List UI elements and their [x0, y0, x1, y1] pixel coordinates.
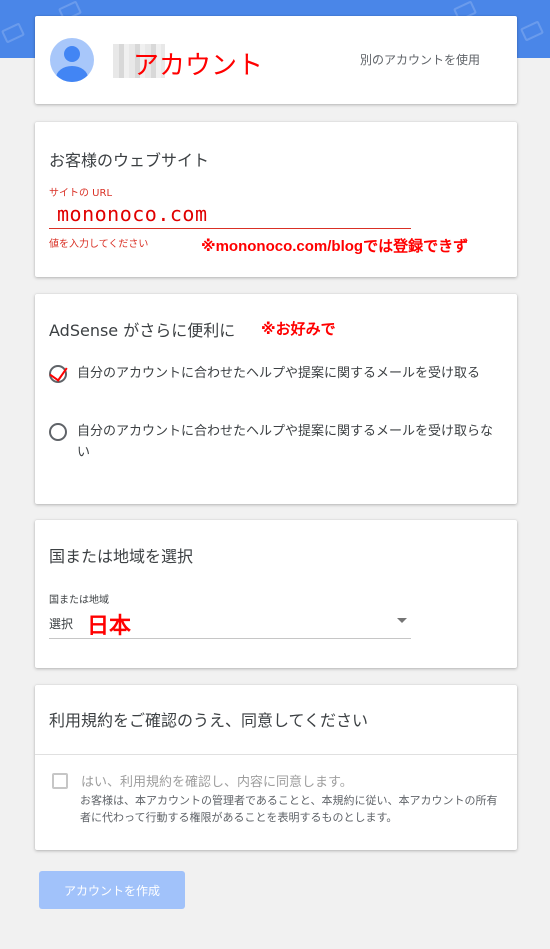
terms-section-title: 利用規約をご確認のうえ、同意してください: [49, 711, 369, 730]
chevron-down-icon[interactable]: [397, 618, 407, 623]
terms-card: 利用規約をご確認のうえ、同意してください はい、利用規約を確認し、内容に同意しま…: [35, 685, 517, 850]
country-card: 国または地域を選択 国または地域 選択 日本: [35, 520, 517, 668]
radio-no-emails-label: 自分のアカウントに合わせたヘルプや提案に関するメールを受け取らない: [77, 424, 494, 460]
country-field-label: 国または地域: [49, 595, 109, 606]
radio-button[interactable]: [49, 423, 67, 441]
radio-button[interactable]: [49, 362, 68, 383]
country-section-title: 国または地域を選択: [49, 547, 194, 566]
adsense-section-title: AdSense がさらに便利に: [49, 321, 236, 340]
adsense-card: AdSense がさらに便利に ※お好みで 自分のアカウントに合わせたヘルプや提…: [35, 294, 517, 504]
create-account-button[interactable]: アカウントを作成: [39, 871, 185, 909]
decorative-icon: [519, 20, 545, 42]
site-url-label: サイトの URL: [49, 188, 113, 199]
site-url-error: 値を入力してください: [49, 239, 149, 250]
terms-description: お客様は、本アカウントの管理者であることと、本規約に従い、本アカウントの所有者に…: [80, 794, 498, 824]
site-url-input[interactable]: mononoco.com: [57, 202, 208, 226]
divider: [35, 754, 517, 755]
account-annotation: アカウント: [133, 50, 264, 80]
radio-receive-label: 自分のアカウントに合わせたヘルプや提案に関するメールを受け取る: [77, 366, 481, 381]
avatar[interactable]: [50, 38, 94, 82]
country-select[interactable]: 選択: [49, 615, 73, 632]
decorative-icon: [0, 22, 26, 44]
website-annotation: ※mononoco.com/blogでは登録できず: [201, 238, 469, 255]
use-other-account-link[interactable]: 別のアカウントを使用: [360, 51, 480, 68]
radio-receive-emails[interactable]: 自分のアカウントに合わせたヘルプや提案に関するメールを受け取る: [49, 362, 499, 384]
avatar-head-shape: [64, 46, 80, 62]
site-url-underline: [49, 228, 411, 229]
avatar-body-shape: [56, 66, 88, 82]
country-select-underline: [49, 638, 411, 639]
checkmark-annotation-icon: [49, 362, 68, 382]
terms-checkbox[interactable]: [52, 773, 68, 789]
website-section-title: お客様のウェブサイト: [49, 151, 210, 170]
country-annotation: 日本: [87, 613, 132, 638]
terms-checkbox-label[interactable]: はい、利用規約を確認し、内容に同意します。: [81, 771, 353, 790]
radio-no-emails[interactable]: 自分のアカウントに合わせたヘルプや提案に関するメールを受け取らない: [49, 421, 499, 463]
account-card: アカウント 別のアカウントを使用: [35, 16, 517, 104]
website-card: お客様のウェブサイト サイトの URL mononoco.com 値を入力してく…: [35, 122, 517, 277]
adsense-annotation: ※お好みで: [261, 321, 336, 338]
